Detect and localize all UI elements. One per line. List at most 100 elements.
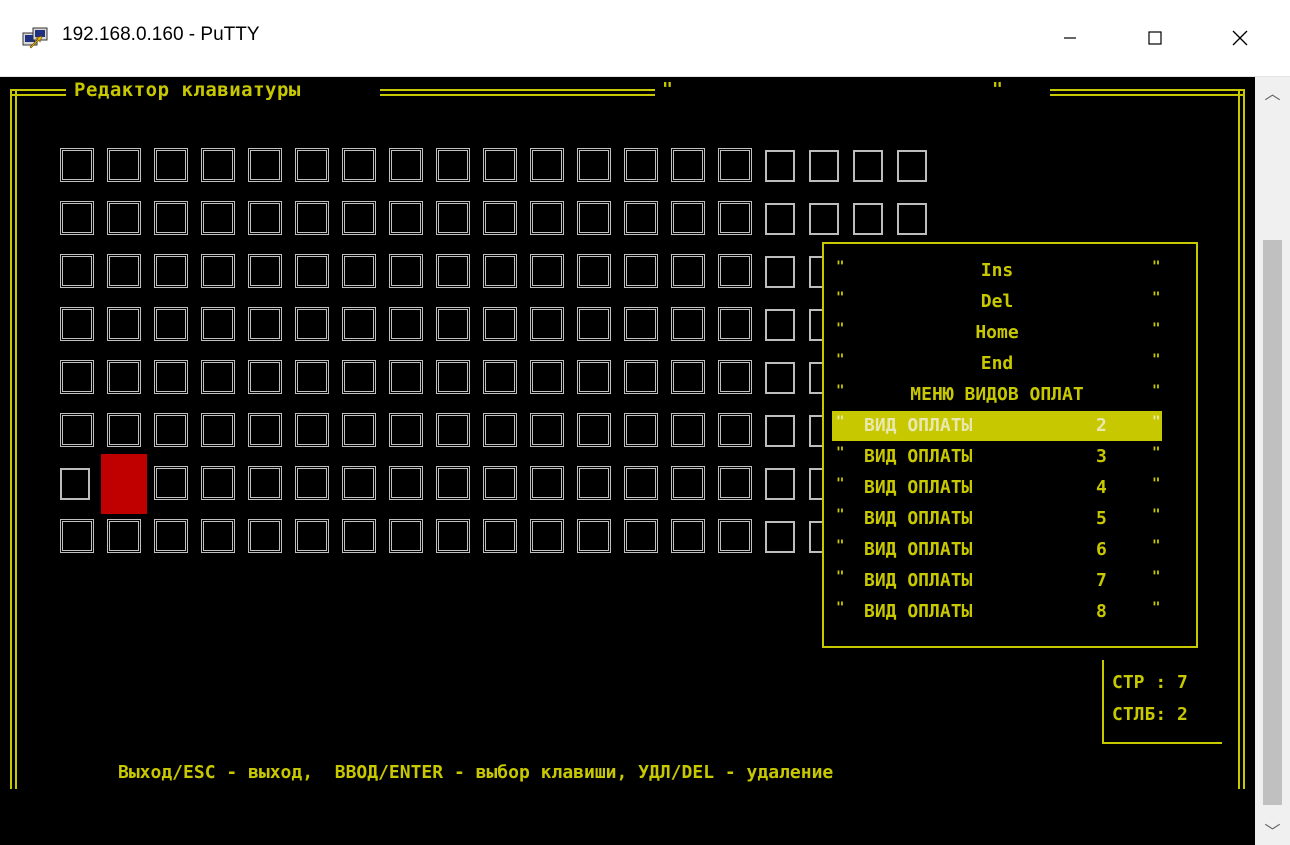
keyboard-key[interactable] <box>248 307 282 341</box>
keyboard-key[interactable] <box>718 307 752 341</box>
keyboard-key[interactable] <box>436 148 470 182</box>
keyboard-key[interactable] <box>436 360 470 394</box>
keyboard-key[interactable] <box>530 148 564 182</box>
menu-item[interactable]: " " End <box>832 349 1162 379</box>
keyboard-key[interactable] <box>765 362 795 394</box>
keyboard-key[interactable] <box>671 254 705 288</box>
selected-key[interactable] <box>101 454 147 514</box>
keyboard-key[interactable] <box>201 148 235 182</box>
keyboard-key[interactable] <box>577 148 611 182</box>
keyboard-key[interactable] <box>60 201 94 235</box>
keyboard-key[interactable] <box>624 466 658 500</box>
keyboard-key[interactable] <box>530 307 564 341</box>
keyboard-key[interactable] <box>295 519 329 553</box>
keyboard-key[interactable] <box>248 519 282 553</box>
menu-item[interactable]: " " ВИД ОПЛАТЫ 3 <box>832 442 1162 472</box>
keyboard-key[interactable] <box>577 360 611 394</box>
keyboard-key[interactable] <box>154 307 188 341</box>
keyboard-key[interactable] <box>107 254 141 288</box>
keyboard-key[interactable] <box>295 466 329 500</box>
close-button[interactable] <box>1210 0 1270 76</box>
keyboard-key[interactable] <box>154 360 188 394</box>
keyboard-key[interactable] <box>107 519 141 553</box>
keyboard-key[interactable] <box>201 413 235 447</box>
keyboard-key[interactable] <box>201 360 235 394</box>
keyboard-key[interactable] <box>853 150 883 182</box>
keyboard-key[interactable] <box>765 309 795 341</box>
scroll-down-button[interactable]: ﹀ <box>1255 815 1290 845</box>
keyboard-key[interactable] <box>718 519 752 553</box>
keyboard-key[interactable] <box>342 360 376 394</box>
keyboard-key[interactable] <box>295 201 329 235</box>
keyboard-key[interactable] <box>248 360 282 394</box>
keyboard-key[interactable] <box>436 413 470 447</box>
keyboard-key[interactable] <box>671 466 705 500</box>
keyboard-key[interactable] <box>60 254 94 288</box>
keyboard-key[interactable] <box>671 360 705 394</box>
keyboard-key[interactable] <box>201 466 235 500</box>
scroll-up-button[interactable]: ︿ <box>1255 77 1290 107</box>
keyboard-key[interactable] <box>577 254 611 288</box>
keyboard-key[interactable] <box>248 148 282 182</box>
keyboard-key[interactable] <box>154 201 188 235</box>
keyboard-key[interactable] <box>577 201 611 235</box>
menu-item[interactable]: " " ВИД ОПЛАТЫ 5 <box>832 504 1162 534</box>
keyboard-key[interactable] <box>60 468 90 500</box>
keyboard-key[interactable] <box>718 148 752 182</box>
keyboard-key[interactable] <box>60 413 94 447</box>
keyboard-key[interactable] <box>60 519 94 553</box>
keyboard-key[interactable] <box>765 415 795 447</box>
keyboard-key[interactable] <box>624 519 658 553</box>
menu-item[interactable]: " " Home <box>832 318 1162 348</box>
keyboard-key[interactable] <box>671 519 705 553</box>
keyboard-key[interactable] <box>530 254 564 288</box>
keyboard-key[interactable] <box>897 150 927 182</box>
keyboard-key[interactable] <box>577 519 611 553</box>
keyboard-key[interactable] <box>671 307 705 341</box>
menu-item[interactable]: " " Del <box>832 287 1162 317</box>
keyboard-key[interactable] <box>107 148 141 182</box>
keyboard-key[interactable] <box>201 201 235 235</box>
keyboard-key[interactable] <box>436 519 470 553</box>
menu-item[interactable]: " " ВИД ОПЛАТЫ 6 <box>832 535 1162 565</box>
keyboard-key[interactable] <box>765 256 795 288</box>
menu-item-active[interactable]: " " ВИД ОПЛАТЫ 2 <box>832 411 1162 441</box>
menu-item[interactable]: " " ВИД ОПЛАТЫ 7 <box>832 566 1162 596</box>
keyboard-key[interactable] <box>389 307 423 341</box>
keyboard-key[interactable] <box>436 201 470 235</box>
keyboard-key[interactable] <box>295 254 329 288</box>
keyboard-key[interactable] <box>530 360 564 394</box>
keyboard-key[interactable] <box>248 466 282 500</box>
keyboard-key[interactable] <box>483 307 517 341</box>
keyboard-key[interactable] <box>154 148 188 182</box>
menu-item[interactable]: " " Ins <box>832 256 1162 286</box>
maximize-button[interactable] <box>1125 0 1185 76</box>
keyboard-key[interactable] <box>624 413 658 447</box>
keyboard-key[interactable] <box>765 468 795 500</box>
keyboard-key[interactable] <box>342 413 376 447</box>
scrollbar-thumb[interactable] <box>1263 240 1282 805</box>
keyboard-key[interactable] <box>154 519 188 553</box>
scrollbar[interactable]: ︿ ﹀ <box>1255 77 1290 845</box>
keyboard-key[interactable] <box>765 150 795 182</box>
keyboard-key[interactable] <box>577 413 611 447</box>
keyboard-key[interactable] <box>671 201 705 235</box>
keyboard-key[interactable] <box>154 413 188 447</box>
keyboard-key[interactable] <box>483 519 517 553</box>
keyboard-key[interactable] <box>154 466 188 500</box>
keyboard-key[interactable] <box>483 413 517 447</box>
terminal-area[interactable]: Редактор клавиатуры " " " " Ins " " Del " " Home… <box>0 77 1255 845</box>
menu-item[interactable]: " " ВИД ОПЛАТЫ 8 <box>832 597 1162 627</box>
keyboard-key[interactable] <box>201 254 235 288</box>
keyboard-key[interactable] <box>897 203 927 235</box>
keyboard-key[interactable] <box>154 254 188 288</box>
keyboard-key[interactable] <box>483 254 517 288</box>
keyboard-key[interactable] <box>389 254 423 288</box>
keyboard-key[interactable] <box>718 360 752 394</box>
keyboard-key[interactable] <box>107 201 141 235</box>
keyboard-key[interactable] <box>530 413 564 447</box>
menu-item[interactable]: " " МЕНЮ ВИДОВ ОПЛАТ <box>832 380 1162 410</box>
keyboard-key[interactable] <box>295 360 329 394</box>
keyboard-key[interactable] <box>483 360 517 394</box>
keyboard-key[interactable] <box>853 203 883 235</box>
